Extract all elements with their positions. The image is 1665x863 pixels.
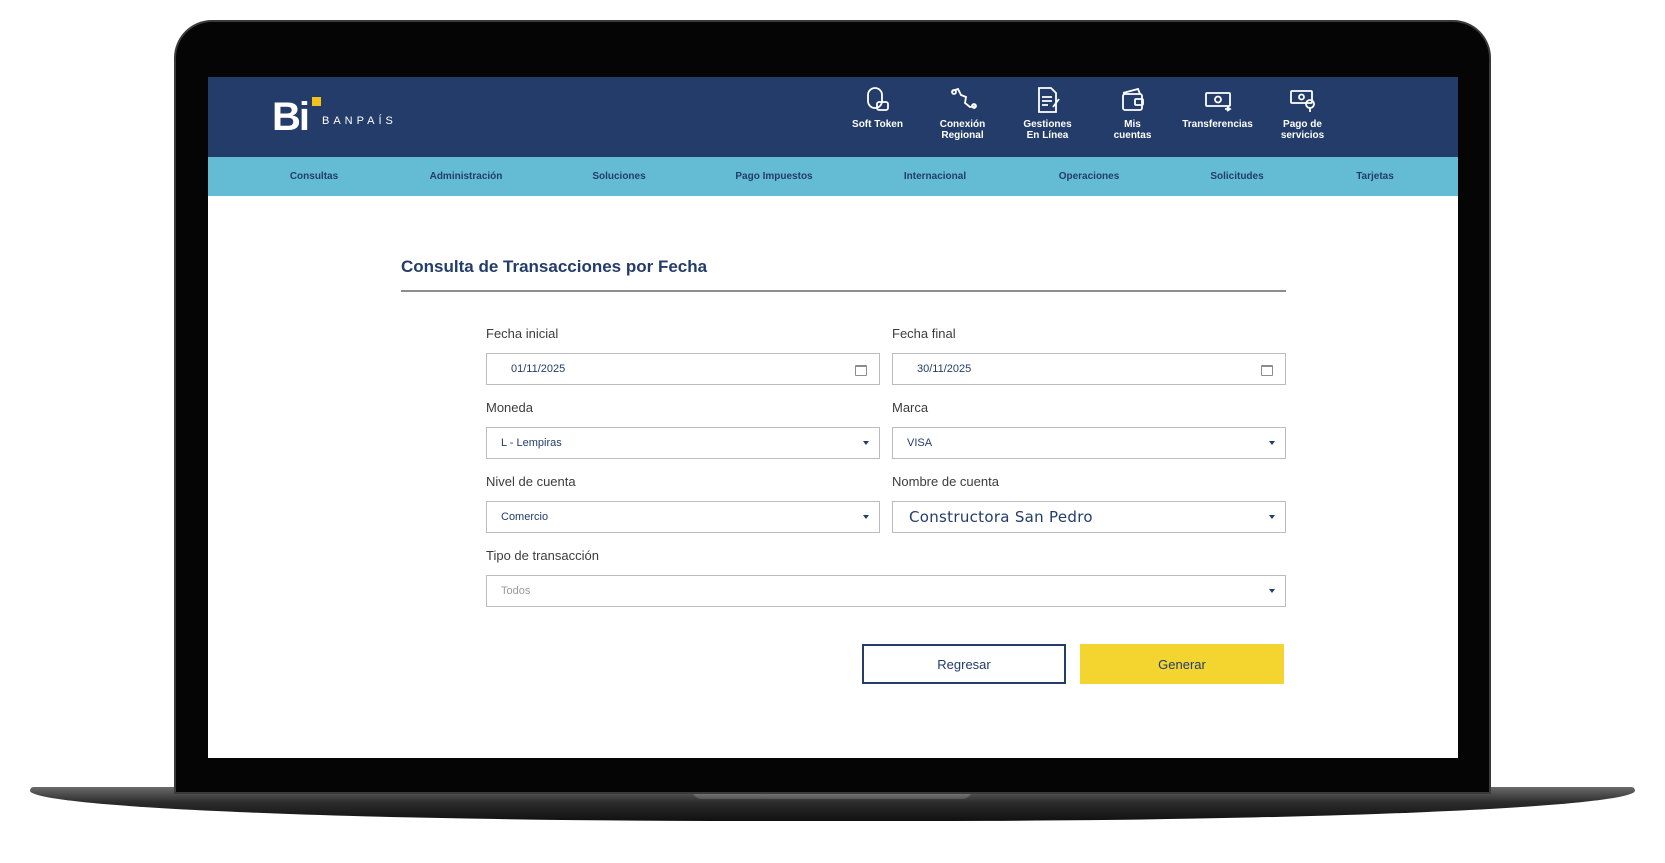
quick-tools: Soft Token Conexión Regional Gestiones E… <box>835 85 1345 155</box>
menu-item-soluciones[interactable]: Soluciones <box>592 157 645 196</box>
menu-item-internacional[interactable]: Internacional <box>904 157 966 196</box>
menu-item-operaciones[interactable]: Operaciones <box>1059 157 1120 196</box>
regresar-button[interactable]: Regresar <box>862 644 1066 684</box>
tool-soft-token[interactable]: Soft Token <box>835 85 920 155</box>
generar-button[interactable]: Generar <box>1080 644 1284 684</box>
tipo-transaccion-select[interactable]: Todos <box>486 575 1286 607</box>
fecha-final-input[interactable]: 30/11/2025 <box>892 353 1286 385</box>
chevron-down-icon <box>863 441 869 445</box>
tool-pago-servicios[interactable]: Pago de servicios <box>1260 85 1345 155</box>
page-title: Consulta de Transacciones por Fecha <box>401 257 708 276</box>
calendar-icon[interactable] <box>855 365 867 376</box>
logo-text: BANPAÍS <box>322 115 397 127</box>
banpais-logo[interactable]: Bi BANPAÍS <box>272 95 397 139</box>
marca-label: Marca <box>892 400 929 415</box>
nivel-cuenta-label: Nivel de cuenta <box>486 474 576 489</box>
marca-value: VISA <box>907 437 933 449</box>
tool-label: Gestiones En Línea <box>1023 119 1072 141</box>
title-divider <box>401 290 1286 292</box>
fecha-inicial-label: Fecha inicial <box>486 326 559 341</box>
main-menu: Consultas Administración Soluciones Pago… <box>208 157 1458 196</box>
marca-select[interactable]: VISA <box>892 427 1286 459</box>
soft-token-icon <box>866 87 889 111</box>
fecha-inicial-value: 01/11/2025 <box>511 363 566 375</box>
tool-label: Pago de servicios <box>1280 119 1325 141</box>
nombre-cuenta-value: Constructora San Pedro <box>909 508 1093 526</box>
tool-label: Conexión Regional <box>939 119 986 141</box>
tool-gestiones-en-linea[interactable]: Gestiones En Línea <box>1005 85 1090 155</box>
tool-label: Transferencias <box>1182 119 1253 130</box>
chevron-down-icon <box>1269 589 1275 593</box>
menu-item-pago-impuestos[interactable]: Pago Impuestos <box>735 157 812 196</box>
service-payment-icon <box>1289 90 1315 112</box>
fecha-final-label: Fecha final <box>892 326 956 341</box>
menu-item-administracion[interactable]: Administración <box>430 157 503 196</box>
chevron-down-icon <box>863 515 869 519</box>
moneda-value: L - Lempiras <box>501 437 562 449</box>
menu-item-consultas[interactable]: Consultas <box>290 157 338 196</box>
transfer-money-icon <box>1204 92 1232 112</box>
tool-mis-cuentas[interactable]: Mis cuentas <box>1090 85 1175 155</box>
nombre-cuenta-select[interactable]: Constructora San Pedro <box>892 501 1286 533</box>
tipo-transaccion-label: Tipo de transacción <box>486 548 599 563</box>
logo-square-icon <box>312 97 321 106</box>
moneda-label: Moneda <box>486 400 533 415</box>
menu-item-solicitudes[interactable]: Solicitudes <box>1210 157 1263 196</box>
tool-transferencias[interactable]: Transferencias <box>1175 85 1260 155</box>
nivel-cuenta-select[interactable]: Comercio <box>486 501 880 533</box>
logo-mark: Bi <box>272 94 310 139</box>
laptop-screen: Bi BANPAÍS Soft Token Conexión Regional <box>208 77 1458 758</box>
regional-connection-icon <box>950 87 977 109</box>
tool-label: Mis cuentas <box>1113 119 1152 141</box>
calendar-icon[interactable] <box>1261 365 1273 376</box>
fecha-final-value: 30/11/2025 <box>917 363 972 375</box>
moneda-select[interactable]: L - Lempiras <box>486 427 880 459</box>
tipo-transaccion-placeholder: Todos <box>501 585 531 597</box>
online-management-icon <box>1037 87 1060 113</box>
fecha-inicial-input[interactable]: 01/11/2025 <box>486 353 880 385</box>
wallet-icon <box>1121 87 1144 111</box>
nivel-cuenta-value: Comercio <box>501 511 549 523</box>
chevron-down-icon <box>1269 441 1275 445</box>
top-header: Bi BANPAÍS Soft Token Conexión Regional <box>208 77 1458 157</box>
tool-conexion-regional[interactable]: Conexión Regional <box>920 85 1005 155</box>
menu-item-tarjetas[interactable]: Tarjetas <box>1356 157 1394 196</box>
nombre-cuenta-label: Nombre de cuenta <box>892 474 999 489</box>
tool-label: Soft Token <box>852 119 903 130</box>
chevron-down-icon <box>1269 515 1275 519</box>
